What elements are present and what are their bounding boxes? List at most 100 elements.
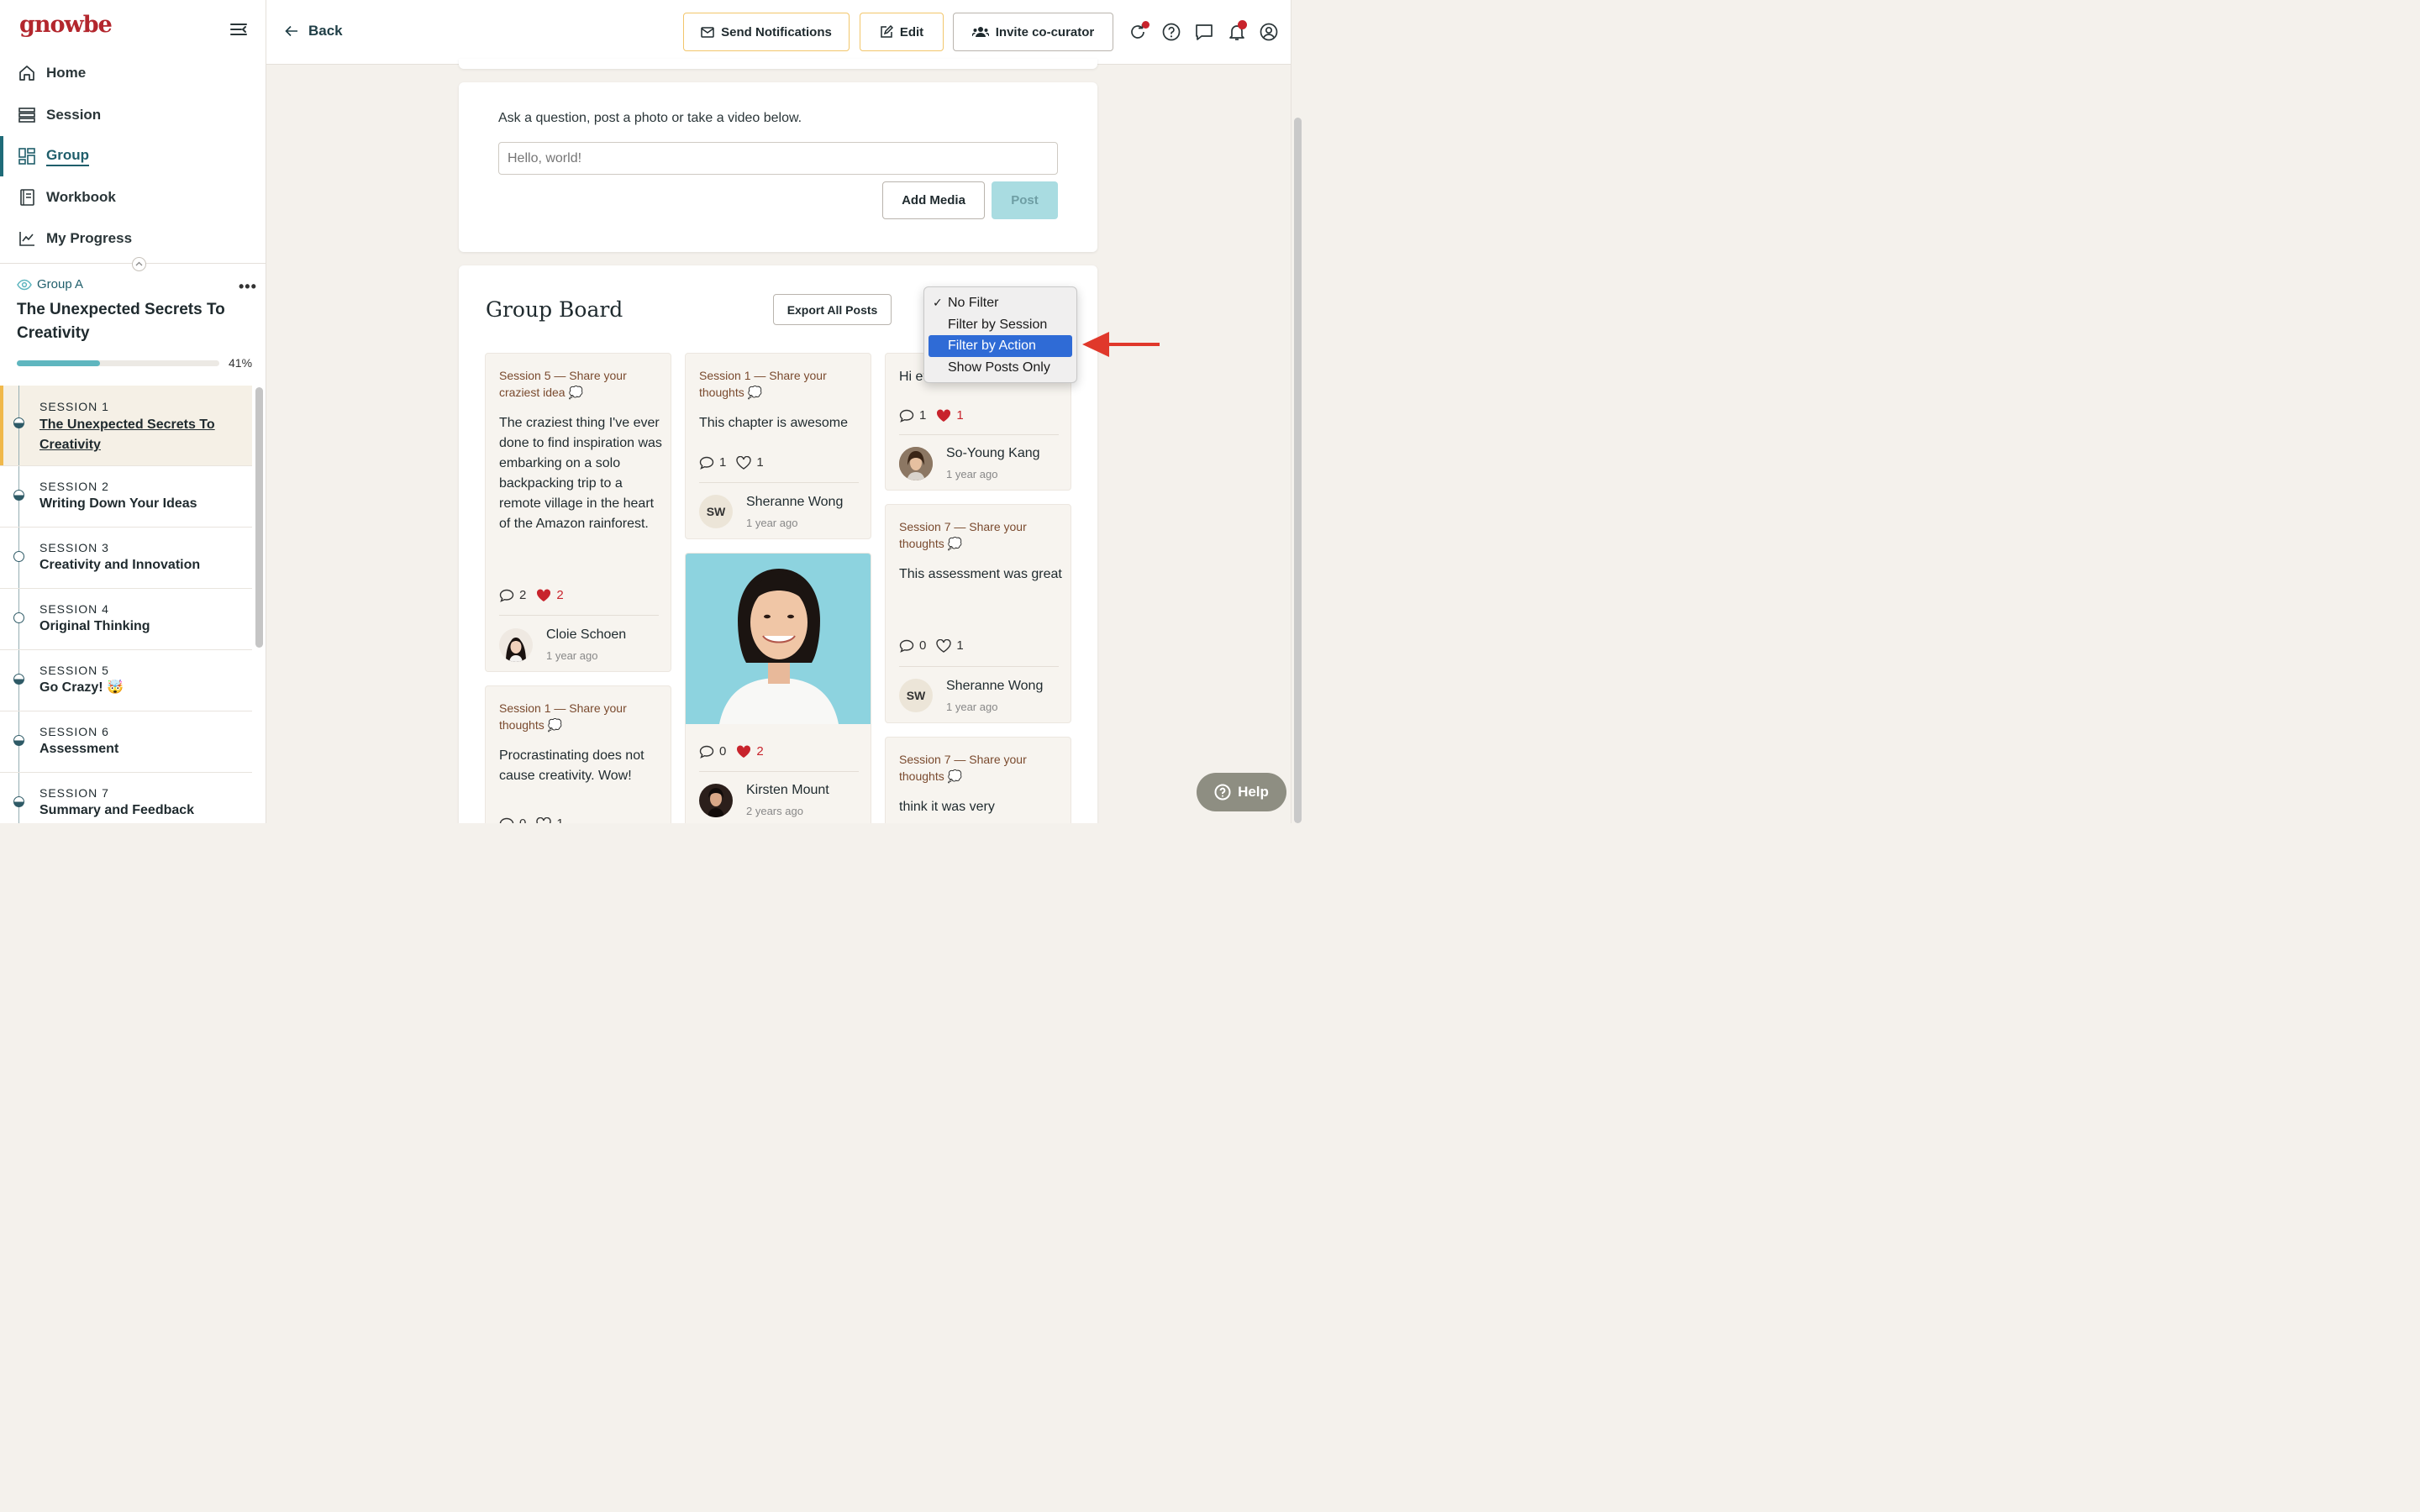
back-button[interactable]: Back bbox=[285, 23, 343, 39]
page-scrollbar[interactable] bbox=[1294, 118, 1302, 823]
post-author[interactable]: Sheranne Wong bbox=[746, 495, 843, 510]
comment-count: 1 bbox=[919, 408, 927, 423]
nav-home[interactable]: Home bbox=[0, 56, 266, 90]
post-time: 1 year ago bbox=[746, 517, 798, 529]
session-list: SESSION 1 The Unexpected Secrets To Creat… bbox=[0, 386, 253, 823]
comment-icon[interactable] bbox=[699, 456, 714, 470]
session-item[interactable]: SESSION 5 Go Crazy! 🤯 bbox=[0, 650, 252, 711]
post-time: 1 year ago bbox=[546, 649, 598, 662]
export-all-posts-button[interactable]: Export All Posts bbox=[773, 294, 892, 325]
chat-icon[interactable] bbox=[1194, 22, 1214, 42]
heart-outline-icon[interactable] bbox=[936, 638, 952, 653]
heart-filled-icon[interactable] bbox=[736, 744, 751, 759]
avatar[interactable] bbox=[499, 628, 533, 662]
post-card[interactable]: Session 5 — Share your craziest idea 💭 T… bbox=[485, 353, 671, 672]
post-stats: 0 2 bbox=[699, 744, 764, 759]
workbook-icon bbox=[20, 189, 34, 206]
comment-icon[interactable] bbox=[499, 817, 514, 824]
comment-icon[interactable] bbox=[699, 745, 714, 759]
progress-chart-icon bbox=[19, 232, 34, 246]
comment-icon[interactable] bbox=[899, 639, 914, 653]
heart-filled-icon[interactable] bbox=[936, 408, 951, 423]
session-progress-dot-icon bbox=[13, 796, 24, 807]
group-board-title: Group Board bbox=[486, 297, 623, 322]
post-card[interactable]: Session 1 — Share your thoughts 💭 Procra… bbox=[485, 685, 671, 823]
session-item[interactable]: SESSION 1 The Unexpected Secrets To Creat… bbox=[0, 386, 252, 466]
user-account-icon[interactable] bbox=[1259, 22, 1279, 42]
group-board-icon bbox=[18, 148, 35, 165]
avatar[interactable]: SW bbox=[899, 679, 933, 712]
post-button[interactable]: Post bbox=[992, 181, 1058, 219]
session-progress-dot-icon bbox=[13, 490, 24, 501]
nav-group[interactable]: Group bbox=[0, 136, 266, 176]
gnowbe-logo[interactable]: gnowbe bbox=[19, 12, 113, 38]
post-card[interactable]: Session 1 — Share your thoughts 💭 This c… bbox=[685, 353, 871, 539]
post-photo[interactable] bbox=[686, 554, 871, 724]
heart-filled-icon[interactable] bbox=[536, 588, 551, 602]
like-count: 2 bbox=[556, 588, 564, 602]
filter-option-no-filter[interactable]: ✓ No Filter bbox=[929, 292, 1072, 314]
session-item[interactable]: SESSION 4 Original Thinking bbox=[0, 589, 252, 650]
help-circle-icon[interactable] bbox=[1161, 22, 1181, 42]
comment-icon[interactable] bbox=[499, 589, 514, 602]
heart-outline-icon[interactable] bbox=[536, 816, 552, 824]
post-card[interactable]: Session 7 — Share your thoughts 💭 This a… bbox=[885, 504, 1071, 723]
chevron-up-icon[interactable] bbox=[132, 257, 146, 271]
session-item[interactable]: SESSION 3 Creativity and Innovation bbox=[0, 528, 252, 589]
help-question-icon bbox=[1214, 784, 1231, 801]
post-author[interactable]: Cloie Schoen bbox=[546, 627, 626, 643]
back-label: Back bbox=[308, 23, 343, 39]
filter-option-posts-only[interactable]: Show Posts Only bbox=[929, 357, 1072, 379]
collapse-sidebar-icon[interactable] bbox=[229, 20, 249, 39]
post-body: think it was very bbox=[899, 800, 995, 814]
post-card[interactable]: 0 2 Kirsten Mount 2 years ago bbox=[685, 553, 871, 823]
avatar[interactable] bbox=[899, 447, 933, 480]
send-notifications-label: Send Notifications bbox=[721, 24, 832, 39]
send-notifications-button[interactable]: Send Notifications bbox=[683, 13, 850, 51]
edit-label: Edit bbox=[899, 24, 924, 39]
filter-option-by-action[interactable]: Filter by Action bbox=[929, 335, 1072, 358]
session-title: Original Thinking bbox=[39, 619, 150, 633]
post-stats: 0 1 bbox=[899, 638, 964, 653]
filter-option-by-session[interactable]: Filter by Session bbox=[929, 314, 1072, 336]
avatar[interactable] bbox=[699, 784, 733, 817]
post-session-label: Session 1 — Share your thoughts 💭 bbox=[499, 701, 627, 732]
filter-dropdown[interactable]: ✓ No Filter Filter by Session Filter by A… bbox=[923, 286, 1077, 383]
like-count: 1 bbox=[956, 638, 964, 653]
post-author[interactable]: Kirsten Mount bbox=[746, 783, 829, 798]
session-title: The Unexpected Secrets To Creativity bbox=[39, 417, 215, 452]
session-title: Go Crazy! 🤯 bbox=[39, 680, 124, 695]
heart-outline-icon[interactable] bbox=[736, 455, 752, 470]
edit-button[interactable]: Edit bbox=[860, 13, 944, 51]
filter-option-label: No Filter bbox=[948, 296, 999, 310]
session-item[interactable]: SESSION 7 Summary and Feedback bbox=[0, 773, 252, 823]
session-item[interactable]: SESSION 6 Assessment bbox=[0, 711, 252, 773]
previous-card-edge bbox=[459, 59, 1097, 69]
session-number: SESSION 3 bbox=[39, 541, 109, 554]
comment-icon[interactable] bbox=[899, 409, 914, 423]
avatar[interactable]: SW bbox=[699, 495, 733, 528]
more-options-icon[interactable]: ••• bbox=[239, 278, 257, 296]
post-author[interactable]: Sheranne Wong bbox=[946, 679, 1043, 694]
session-number: SESSION 2 bbox=[39, 480, 109, 493]
nav-my-progress-label: My Progress bbox=[46, 230, 133, 246]
session-progress-dot-icon bbox=[13, 417, 24, 428]
invite-co-curator-label: Invite co-curator bbox=[995, 24, 1095, 39]
post-time: 1 year ago bbox=[946, 701, 998, 713]
post-input[interactable] bbox=[498, 142, 1058, 175]
session-list-icon bbox=[18, 108, 35, 123]
session-item[interactable]: SESSION 2 Writing Down Your Ideas bbox=[0, 466, 252, 528]
post-time: 2 years ago bbox=[746, 805, 803, 817]
add-media-button[interactable]: Add Media bbox=[882, 181, 985, 219]
refresh-icon[interactable] bbox=[1128, 21, 1150, 42]
nav-my-progress[interactable]: My Progress bbox=[0, 222, 266, 255]
invite-co-curator-button[interactable]: Invite co-curator bbox=[953, 13, 1113, 51]
post-card[interactable]: Session 7 — Share your thoughts 💭 think … bbox=[885, 737, 1071, 823]
nav-session[interactable]: Session bbox=[0, 98, 266, 132]
bell-icon[interactable] bbox=[1227, 20, 1247, 42]
help-button[interactable]: Help bbox=[1197, 773, 1286, 811]
post-author[interactable]: So-Young Kang bbox=[946, 446, 1040, 461]
nav-workbook[interactable]: Workbook bbox=[0, 181, 266, 214]
edit-icon bbox=[881, 25, 893, 38]
session-list-scrollbar[interactable] bbox=[255, 387, 263, 648]
